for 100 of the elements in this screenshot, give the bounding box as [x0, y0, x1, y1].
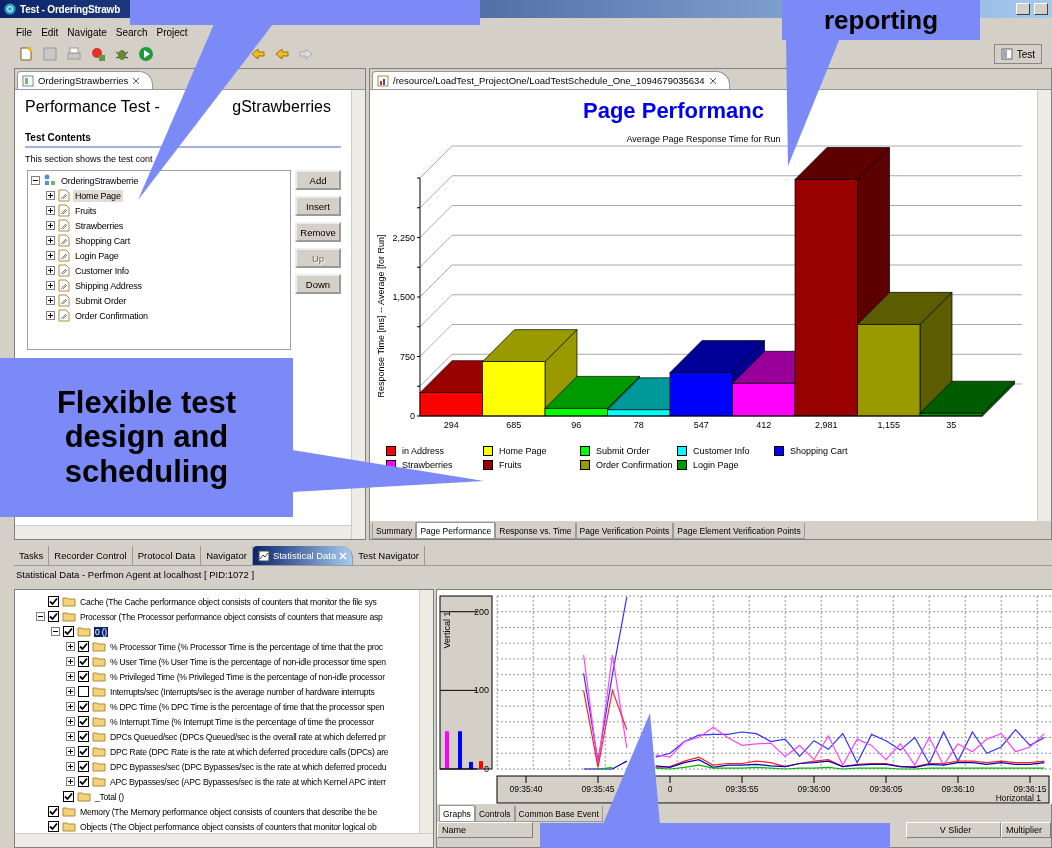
expand-icon[interactable] — [66, 762, 75, 771]
menu-item[interactable]: File — [16, 27, 33, 38]
graph-tab[interactable]: Graphs — [439, 805, 475, 822]
expand-icon[interactable] — [46, 251, 55, 260]
expand-icon[interactable] — [66, 717, 75, 726]
expand-icon[interactable] — [66, 687, 75, 696]
checkbox[interactable] — [78, 776, 89, 787]
collapse-icon[interactable] — [36, 612, 45, 621]
run-icon[interactable] — [138, 46, 154, 62]
expand-icon[interactable] — [46, 296, 55, 305]
report-tab[interactable]: Response vs. Time — [495, 523, 576, 539]
report-tab[interactable]: Page Performance — [416, 522, 496, 539]
push-button[interactable]: Insert — [295, 196, 341, 216]
perspective-button[interactable]: Test — [993, 44, 1042, 64]
expand-icon[interactable] — [46, 191, 55, 200]
report-tab[interactable]: Summary — [372, 523, 417, 539]
report-tab[interactable]: Page Verification Points — [575, 523, 674, 539]
collapse-icon[interactable] — [31, 176, 40, 185]
tree-item[interactable]: % Processor Time (% Processor Time is the percentage of time that the proc — [109, 641, 384, 652]
checkbox[interactable] — [78, 686, 89, 697]
collapse-icon[interactable] — [51, 627, 60, 636]
vertical-scrollbar[interactable] — [351, 90, 365, 539]
checkbox[interactable] — [48, 821, 59, 832]
expand-icon[interactable] — [46, 236, 55, 245]
tree-item[interactable]: % Privileged Time (% Privileged Time is the percentage of non-idle processor — [109, 671, 386, 682]
checkbox[interactable] — [48, 596, 59, 607]
record-icon[interactable] — [90, 46, 106, 62]
maximize-button[interactable] — [1034, 3, 1048, 15]
tree-item[interactable]: Shopping Cart — [73, 234, 132, 247]
expand-icon[interactable] — [46, 221, 55, 230]
tree-item[interactable]: Shipping Address — [73, 279, 144, 292]
checkbox[interactable] — [48, 611, 59, 622]
horizontal-scrollbar[interactable] — [15, 525, 351, 539]
tree-item[interactable]: APC Bypasses/sec (APC Bypasses/sec is the rate at which Kernel APC interr — [109, 776, 387, 787]
push-button[interactable]: Down — [295, 274, 341, 294]
expand-icon[interactable] — [46, 266, 55, 275]
expand-icon[interactable] — [66, 672, 75, 681]
checkbox[interactable] — [48, 806, 59, 817]
tree-item[interactable]: Objects (The Object performance object consists of counters that monitor logical ob — [79, 821, 378, 832]
checkbox[interactable] — [63, 791, 74, 802]
checkbox[interactable] — [63, 626, 74, 637]
column-header[interactable]: V Slider — [906, 822, 1001, 838]
checkbox[interactable] — [78, 761, 89, 772]
editor-tab[interactable]: OrderingStrawberries — [17, 71, 154, 89]
checkbox[interactable] — [78, 731, 89, 742]
expand-icon[interactable] — [66, 732, 75, 741]
close-icon[interactable] — [708, 76, 717, 85]
tree-item[interactable]: _Total () — [94, 791, 125, 802]
menu-item[interactable]: Search — [115, 27, 148, 38]
editor-tab[interactable]: /resource/LoadTest_ProjectOne/LoadTestSchedule_One_1094679035634 — [372, 71, 730, 89]
expand-icon[interactable] — [46, 281, 55, 290]
tree-item[interactable]: 0 () — [94, 626, 108, 637]
checkbox[interactable] — [78, 641, 89, 652]
tree-item[interactable]: Customer Info — [73, 264, 131, 277]
expand-icon[interactable] — [46, 311, 55, 320]
close-icon[interactable] — [132, 76, 141, 85]
menu-item[interactable]: Edit — [41, 27, 59, 38]
tree-item[interactable]: Fruits — [73, 204, 99, 217]
tree-item[interactable]: % User Time (% User Time is the percentage of non-idle processor time spen — [109, 656, 387, 667]
tree-item[interactable]: Order Confirmation — [73, 309, 150, 322]
tree-item[interactable]: Cache (The Cache performance object consists of counters that monitor the file sys — [79, 596, 378, 607]
expand-icon[interactable] — [66, 777, 75, 786]
checkbox[interactable] — [78, 656, 89, 667]
view-tab[interactable]: Statistical Data — [252, 546, 354, 565]
tree-item[interactable]: Processor (The Processor performance object consists of counters that measure asp — [79, 611, 384, 622]
tree-item[interactable]: Home Page — [73, 189, 123, 202]
expand-icon[interactable] — [66, 642, 75, 651]
checkbox[interactable] — [78, 671, 89, 682]
expand-icon[interactable] — [66, 747, 75, 756]
column-header[interactable]: Name — [437, 822, 533, 838]
menu-item[interactable]: Project — [156, 27, 188, 38]
minimize-button[interactable] — [1016, 3, 1030, 15]
vertical-scrollbar[interactable] — [419, 590, 433, 833]
tree-item[interactable]: OrderingStrawberrie — [59, 174, 141, 187]
expand-icon[interactable] — [66, 657, 75, 666]
tree-item[interactable]: % DPC Time (% DPC Time is the percentage of time that the processor spen — [109, 701, 386, 712]
checkbox[interactable] — [78, 716, 89, 727]
push-button[interactable]: Remove — [295, 222, 341, 242]
tree-item[interactable]: % Interrupt Time (% Interrupt Time is the percentage of time the processor — [109, 716, 375, 727]
tree-item[interactable]: Memory (The Memory performance object consists of counters that describe the be — [79, 806, 378, 817]
new-file-icon[interactable] — [18, 46, 34, 62]
expand-icon[interactable] — [66, 702, 75, 711]
tree-item[interactable]: Interrupts/sec (Interrupts/sec is the average number of hardware interrupts — [109, 686, 376, 697]
tree-item[interactable]: DPCs Queued/sec (DPCs Queued/sec is the overall rate at which deferred pr — [109, 731, 387, 742]
checkbox[interactable] — [78, 701, 89, 712]
tree-item[interactable]: DPC Bypasses/sec (DPC Bypasses/sec is the rate at which deferred procedu — [109, 761, 388, 772]
tree-item[interactable]: Strawberries — [73, 219, 126, 232]
expand-icon[interactable] — [46, 206, 55, 215]
horizontal-scrollbar[interactable] — [15, 833, 433, 847]
graph-tab[interactable]: Controls — [474, 806, 515, 822]
graph-tab[interactable]: Common Base Event — [514, 806, 603, 822]
tree-item[interactable]: Login Page — [73, 249, 121, 262]
column-header[interactable]: Multiplier — [1001, 822, 1051, 838]
vertical-scrollbar[interactable] — [1037, 90, 1051, 521]
menu-item[interactable]: Navigate — [67, 27, 107, 38]
report-tab[interactable]: Page Element Verification Points — [673, 523, 805, 539]
tree-item[interactable]: Submit Order — [73, 294, 129, 307]
tree-item[interactable]: DPC Rate (DPC Rate is the rate at which deferred procedure calls (DPCs) are — [109, 746, 390, 757]
push-button[interactable]: Add — [295, 170, 341, 190]
checkbox[interactable] — [78, 746, 89, 757]
